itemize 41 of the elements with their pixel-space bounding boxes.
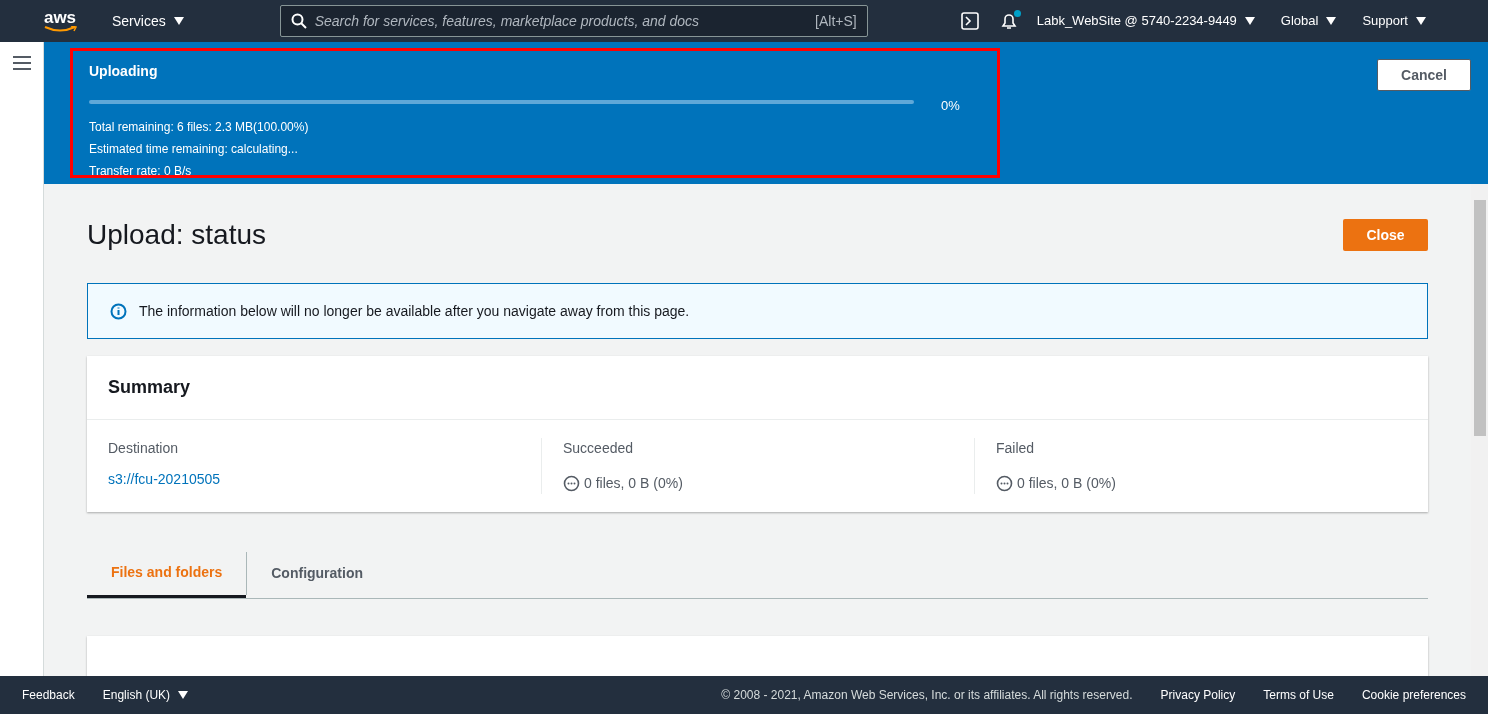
page-title: Upload: status	[87, 218, 266, 252]
summary-title: Summary	[108, 376, 191, 399]
banner-detail: Transfer rate: 0 B/s	[89, 162, 193, 180]
caret-icon	[1326, 17, 1337, 25]
status-value: 0 files, 0 B (0%)	[584, 474, 683, 493]
keyboard-shortcut: [Alt+S]	[815, 11, 857, 31]
status-value: 0 files, 0 B (0%)	[1017, 474, 1116, 493]
feedback-link[interactable]: Feedback	[22, 686, 75, 704]
search-icon	[290, 13, 307, 29]
destination-link[interactable]: s3://fcu-20210505	[108, 469, 541, 490]
caret-icon	[1415, 17, 1426, 25]
progress-percent: 0%	[941, 97, 960, 115]
terminal-icon[interactable]	[960, 12, 979, 30]
tab[interactable]: Configuration	[246, 552, 387, 595]
summary-label: Destination	[108, 439, 180, 458]
logo[interactable]: aws	[40, 9, 80, 33]
caret-icon	[173, 17, 184, 25]
search-input[interactable]: Search for services, features, marketplace products, and docs	[314, 10, 808, 32]
caret-icon	[178, 691, 189, 699]
banner-detail: Estimated time remaining: calculating...	[89, 140, 299, 158]
caret-icon	[1244, 17, 1255, 25]
region-menu[interactable]: Global	[1280, 11, 1337, 31]
summary-label: Failed	[996, 439, 1036, 458]
copyright: © 2008 - 2021, Amazon Web Services, Inc. or its affiliates. All rights reserved.	[721, 687, 1133, 704]
pending-icon	[996, 475, 1013, 492]
footer-link[interactable]: Cookie preferences	[1361, 686, 1466, 704]
footer-link[interactable]: Terms of Use	[1263, 686, 1334, 704]
banner-title: Uploading	[89, 62, 159, 81]
summary-label: Succeeded	[563, 439, 635, 458]
support-menu[interactable]: Support	[1362, 11, 1426, 31]
info-message: The information below will no longer be available after you navigate away from this page.	[139, 301, 690, 321]
footer-link[interactable]: Privacy Policy	[1160, 686, 1236, 704]
banner-detail: Total remaining: 6 files: 2.3 MB(100.00%)	[89, 118, 310, 136]
search-field[interactable]: Search for services, features, marketplace products, and docs [Alt+S]	[279, 5, 868, 37]
pending-icon	[563, 475, 580, 492]
info-icon	[110, 302, 127, 320]
language-menu[interactable]: English (UK)	[102, 686, 189, 704]
account-menu[interactable]: Labk_WebSite @ 5740-2234-9449	[1036, 11, 1255, 31]
cancel-button[interactable]: Cancel	[1377, 59, 1471, 91]
services-menu[interactable]: Services	[112, 10, 184, 32]
menu-icon[interactable]	[12, 56, 31, 70]
